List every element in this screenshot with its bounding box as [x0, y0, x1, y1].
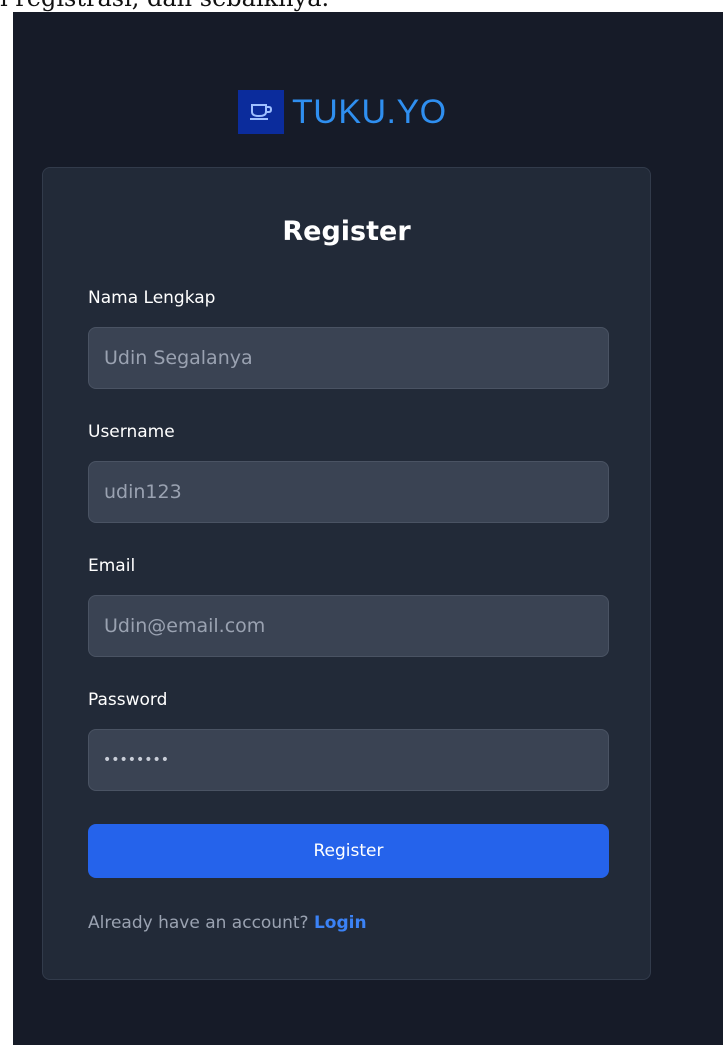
coffee-cup-glyph: [250, 104, 273, 120]
login-prompt-text: Already have an account?: [88, 913, 314, 933]
caption-text: i registrasi, dan sebaiknya.: [0, 0, 329, 12]
page-caption-fragment: i registrasi, dan sebaiknya.: [0, 0, 723, 12]
password-label: Password: [88, 690, 168, 710]
username-input[interactable]: [88, 461, 609, 523]
full-name-label: Nama Lengkap: [88, 288, 216, 308]
brand-name: TUKU.YO: [292, 92, 447, 131]
coffee-cup-icon: [238, 90, 284, 134]
login-link[interactable]: Login: [314, 913, 367, 933]
form-title: Register: [282, 216, 411, 247]
full-name-input[interactable]: [88, 327, 609, 389]
brand-header: TUKU.YO: [238, 90, 447, 134]
password-input[interactable]: [88, 729, 609, 791]
username-label: Username: [88, 422, 175, 442]
register-page: TUKU.YO Register Nama Lengkap Username E…: [13, 12, 723, 1045]
email-input[interactable]: [88, 595, 609, 657]
login-prompt: Already have an account? Login: [88, 913, 367, 933]
register-card: Register Nama Lengkap Username Email Pas…: [42, 167, 651, 980]
register-button[interactable]: Register: [88, 824, 609, 878]
email-label: Email: [88, 556, 136, 576]
